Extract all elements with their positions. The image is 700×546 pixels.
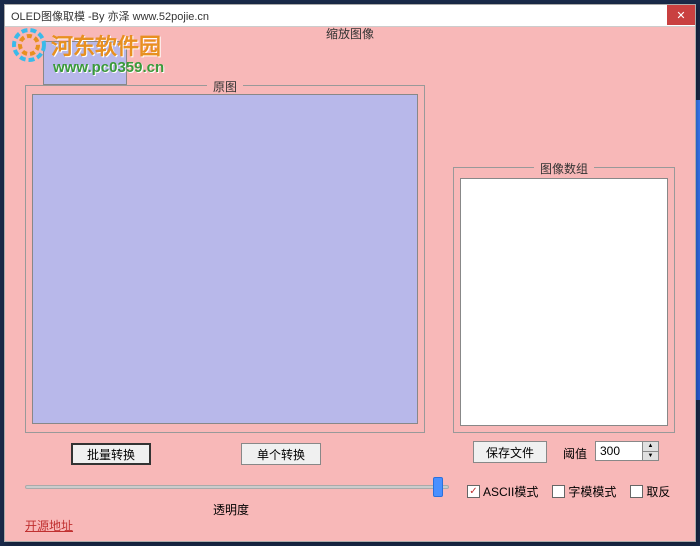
- mode-checkbox-row: ✓ ASCII模式 字模模式 取反: [467, 483, 670, 500]
- threshold-down-icon[interactable]: ▼: [643, 452, 658, 461]
- save-file-button[interactable]: 保存文件: [473, 441, 547, 463]
- ascii-mode-checkbox[interactable]: ✓ ASCII模式: [467, 483, 538, 500]
- check-icon: ✓: [469, 486, 477, 497]
- array-group-title: 图像数组: [534, 160, 594, 177]
- save-button-label: 保存文件: [486, 444, 534, 461]
- single-convert-button[interactable]: 单个转换: [241, 443, 321, 465]
- open-source-link[interactable]: 开源地址: [25, 517, 73, 534]
- invert-checkbox[interactable]: 取反: [630, 483, 670, 500]
- array-output-textbox[interactable]: [460, 178, 668, 426]
- client-area: 原图 缩放图像 图像数组 批量转换 单个转换 保存文件 阈值 ▲ ▼: [5, 27, 695, 541]
- titlebar: OLED图像取模 -By 亦泽 www.52pojie.cn ✕: [5, 5, 695, 27]
- close-button[interactable]: ✕: [667, 5, 695, 25]
- font-mode-checkbox[interactable]: 字模模式: [552, 483, 616, 500]
- close-icon: ✕: [676, 9, 685, 22]
- threshold-input[interactable]: [596, 442, 642, 460]
- opacity-slider-thumb[interactable]: [433, 477, 443, 497]
- single-button-label: 单个转换: [257, 446, 305, 463]
- original-image-canvas[interactable]: [32, 94, 418, 424]
- ascii-checkbox-label: ASCII模式: [483, 483, 538, 500]
- threshold-label: 阈值: [563, 445, 587, 462]
- window-title: OLED图像取模 -By 亦泽 www.52pojie.cn: [5, 8, 209, 24]
- image-array-group: 图像数组: [453, 167, 675, 433]
- font-checkbox-label: 字模模式: [568, 483, 616, 500]
- original-image-group: 原图: [25, 85, 425, 433]
- checkbox-box: [630, 485, 643, 498]
- opacity-label: 透明度: [213, 501, 249, 518]
- zoom-group-title: 缩放图像: [326, 25, 374, 42]
- app-window: OLED图像取模 -By 亦泽 www.52pojie.cn ✕ 河东软件园 w…: [4, 4, 696, 542]
- opacity-slider-track[interactable]: [25, 485, 449, 489]
- checkbox-box: ✓: [467, 485, 480, 498]
- threshold-spinner[interactable]: ▲ ▼: [595, 441, 659, 461]
- original-group-title: 原图: [207, 78, 243, 95]
- threshold-up-icon[interactable]: ▲: [643, 442, 658, 452]
- batch-button-label: 批量转换: [87, 446, 135, 463]
- zoom-image-canvas: [43, 41, 127, 85]
- batch-convert-button[interactable]: 批量转换: [71, 443, 151, 465]
- invert-checkbox-label: 取反: [646, 483, 670, 500]
- zoom-image-group: 缩放图像: [5, 27, 165, 91]
- checkbox-box: [552, 485, 565, 498]
